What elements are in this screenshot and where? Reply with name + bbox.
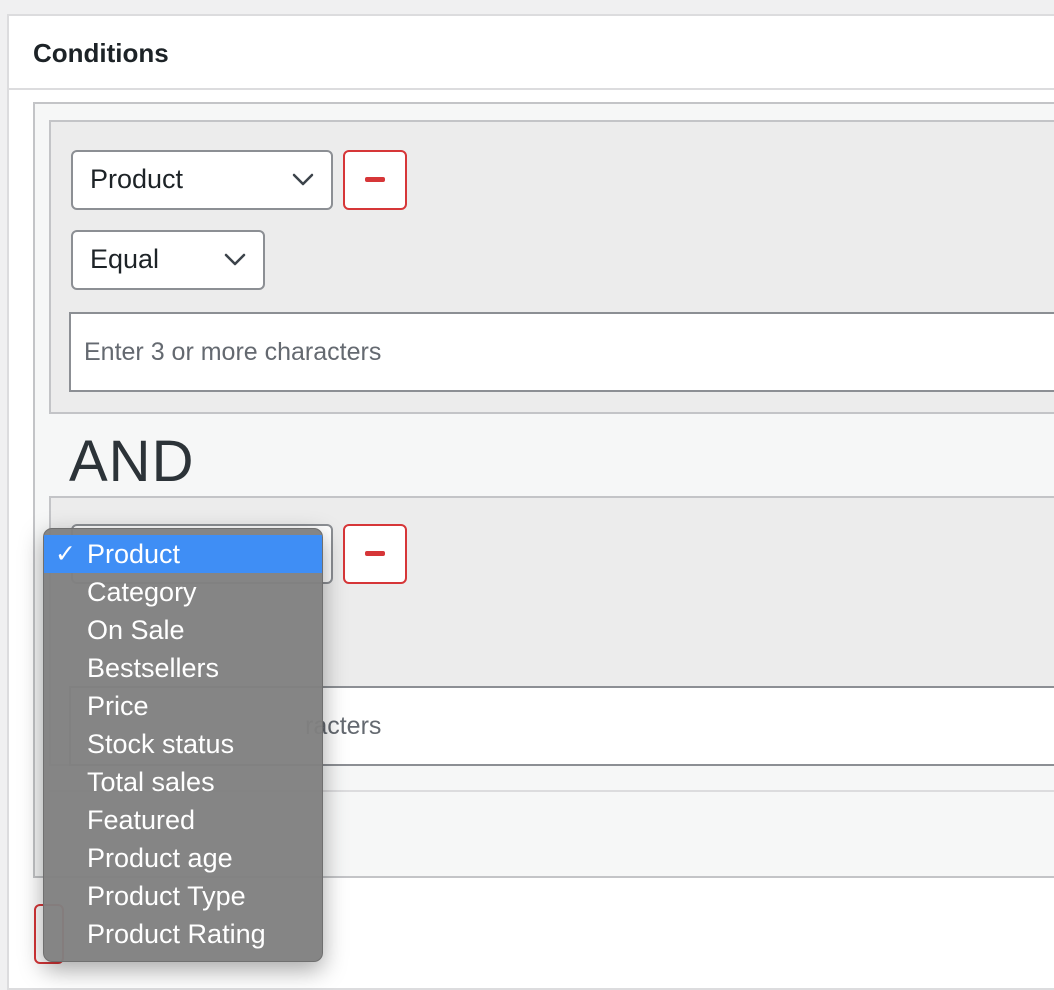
option-label: Total sales [87,767,215,797]
field-select-1[interactable]: Product [71,150,333,210]
remove-condition-button[interactable] [343,150,407,210]
option-label: Product Rating [87,919,266,949]
condition-row-1: Product Equal Enter 3 or more characters [49,120,1054,414]
field-dropdown-menu: ✓ Product Category On Sale Bestsellers P… [43,528,323,962]
option-label: Stock status [87,729,235,759]
dropdown-option-price[interactable]: Price [44,687,322,725]
option-label: On Sale [87,615,185,645]
option-label: Product age [87,843,233,873]
checkmark-icon: ✓ [55,540,76,568]
input-placeholder: Enter 3 or more characters [84,338,382,366]
minus-icon [365,177,385,182]
and-connector: AND [69,429,195,494]
option-label: Product Type [87,881,246,911]
dropdown-option-bestsellers[interactable]: Bestsellers [44,649,322,687]
option-label: Product [87,539,181,569]
option-label: Featured [87,805,196,835]
dropdown-option-featured[interactable]: Featured [44,801,322,839]
dropdown-option-category[interactable]: Category [44,573,322,611]
value-input-1[interactable]: Enter 3 or more characters [69,312,1054,392]
option-label: Bestsellers [87,653,220,683]
dropdown-option-total-sales[interactable]: Total sales [44,763,322,801]
dropdown-option-product[interactable]: ✓ Product [44,535,322,573]
chevron-down-icon [224,253,246,266]
dropdown-option-stock-status[interactable]: Stock status [44,725,322,763]
panel-header: Conditions [9,16,1054,90]
operator-select[interactable]: Equal [71,230,265,290]
operator-select-value: Equal [90,244,160,274]
panel-title: Conditions [33,38,169,68]
dropdown-option-product-type[interactable]: Product Type [44,877,322,915]
field-select-value: Product [90,164,184,194]
chevron-down-icon [292,173,314,186]
option-label: Category [87,577,197,607]
dropdown-option-product-age[interactable]: Product age [44,839,322,877]
option-label: Price [87,691,149,721]
dropdown-option-product-rating[interactable]: Product Rating [44,915,322,953]
dropdown-option-on-sale[interactable]: On Sale [44,611,322,649]
remove-condition-button[interactable] [343,524,407,584]
minus-icon [365,551,385,556]
